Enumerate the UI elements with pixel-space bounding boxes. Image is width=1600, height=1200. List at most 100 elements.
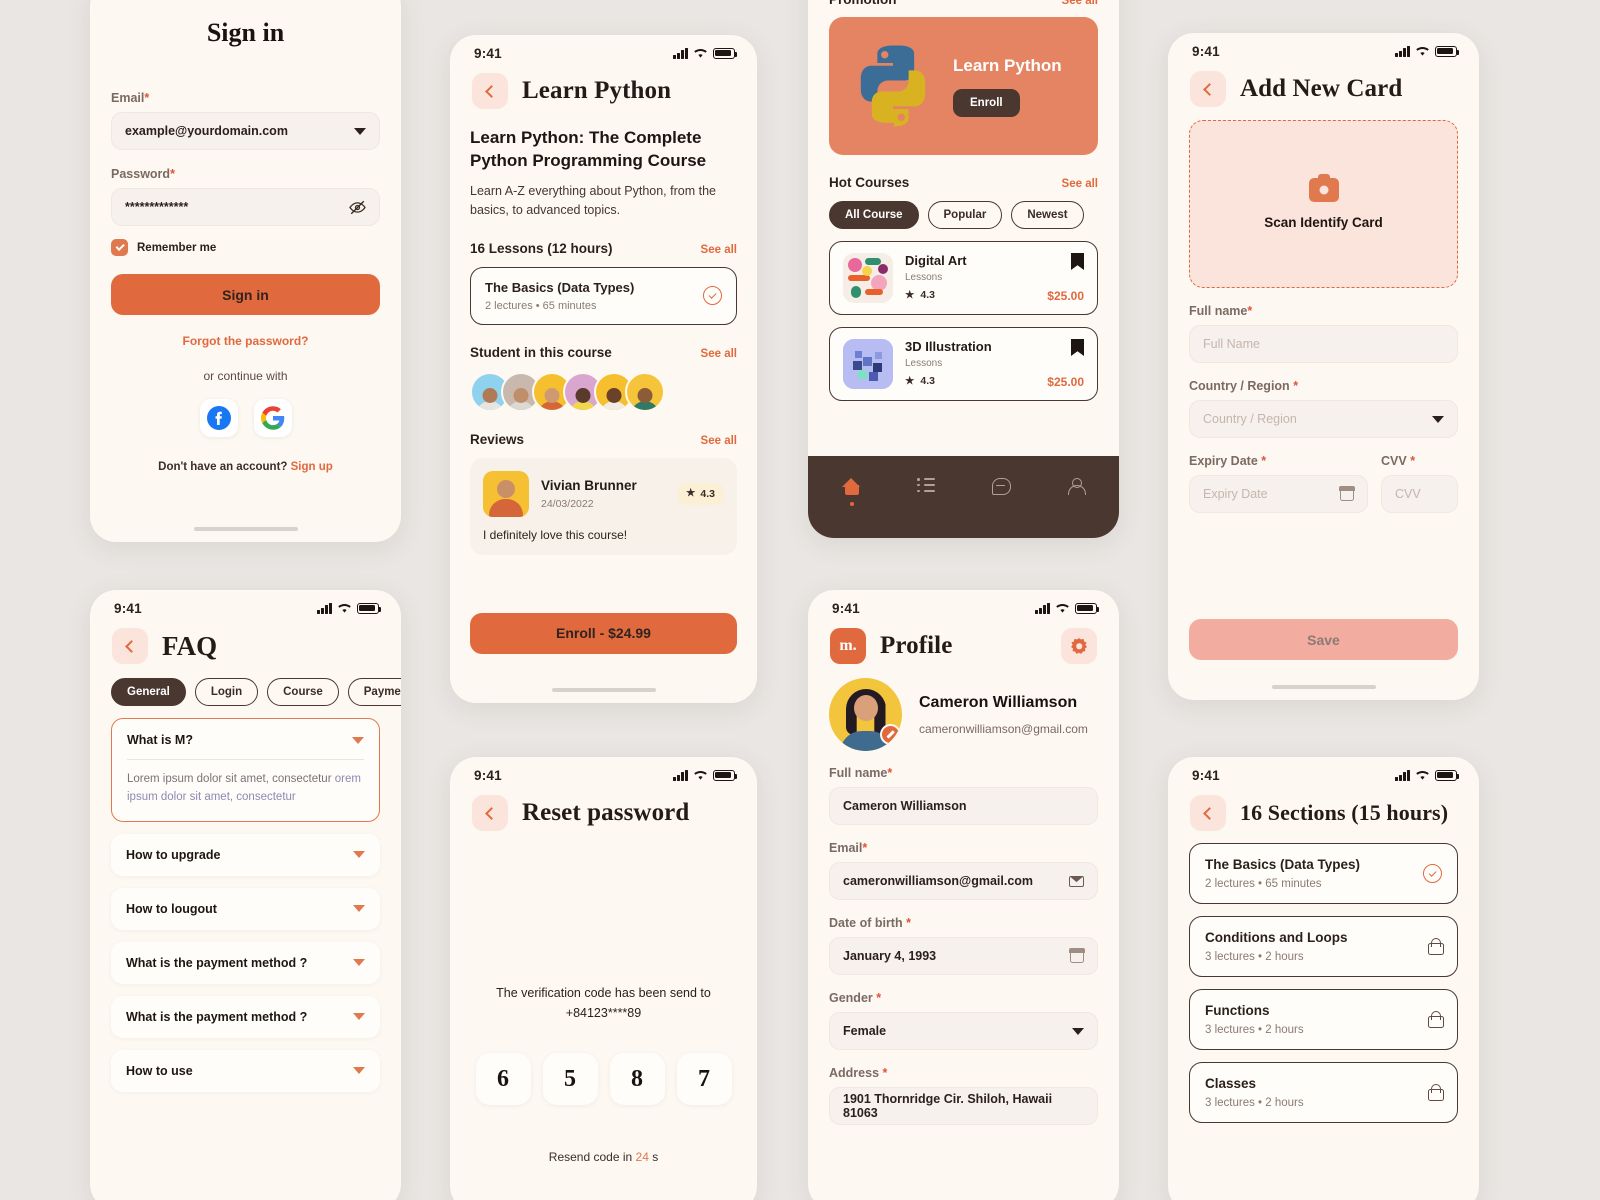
tab-general[interactable]: General <box>111 678 186 706</box>
faq-answer: Lorem ipsum dolor sit amet, consectetur … <box>127 773 361 803</box>
email-input[interactable]: cameronwilliamson@gmail.com <box>829 862 1098 900</box>
reviews-see-all-link[interactable]: See all <box>701 435 737 447</box>
google-icon <box>260 406 284 430</box>
edit-avatar-button[interactable] <box>880 724 901 745</box>
star-icon: ★ <box>905 374 915 387</box>
promotion-enroll-button[interactable]: Enroll <box>953 88 1020 117</box>
sign-up-link[interactable]: Sign up <box>291 461 333 473</box>
forgot-password-link[interactable]: Forgot the password? <box>111 334 380 348</box>
scan-identify-card-dropzone[interactable]: Scan Identify Card <box>1189 120 1458 288</box>
students-heading: Student in this course <box>470 344 612 360</box>
section-card[interactable]: Classes 3 lectures • 2 hours <box>1189 1062 1458 1123</box>
password-field[interactable]: ************* <box>111 188 380 226</box>
status-time: 9:41 <box>114 600 142 616</box>
email-value: cameronwilliamson@gmail.com <box>843 874 1034 888</box>
lessons-see-all-link[interactable]: See all <box>701 244 737 256</box>
filter-chip-newest[interactable]: Newest <box>1011 201 1084 229</box>
dob-label: Date of birth * <box>829 916 911 930</box>
lesson-card[interactable]: The Basics (Data Types) 2 lectures • 65 … <box>470 266 737 325</box>
course-card[interactable]: 3D Illustration Lessons ★ 4.3 $25.00 <box>829 327 1098 401</box>
save-button[interactable]: Save <box>1189 619 1458 660</box>
faq-item[interactable]: How to use <box>111 1049 380 1092</box>
reviewer-avatar <box>483 470 529 517</box>
address-input[interactable]: 1901 Thornridge Cir. Shiloh, Hawaii 8106… <box>829 1087 1098 1125</box>
home-indicator <box>193 527 298 531</box>
faq-question: What is M? <box>127 733 193 747</box>
fullname-input[interactable]: Full Name <box>1189 325 1458 363</box>
back-button[interactable] <box>472 73 508 109</box>
enroll-button[interactable]: Enroll - $24.99 <box>470 612 737 654</box>
faq-item[interactable]: How to lougout <box>111 887 380 930</box>
hot-courses-see-all-link[interactable]: See all <box>1062 178 1098 190</box>
email-field[interactable]: example@yourdomain.com <box>111 112 380 150</box>
promotion-banner[interactable]: Learn Python Enroll <box>829 17 1098 155</box>
section-card[interactable]: The Basics (Data Types) 2 lectures • 65 … <box>1189 843 1458 904</box>
chevron-down-icon[interactable] <box>353 959 365 967</box>
bookmark-icon[interactable] <box>1071 253 1084 270</box>
profile-email: cameronwilliamson@gmail.com <box>919 721 1088 736</box>
faq-item[interactable]: How to upgrade <box>111 833 380 876</box>
filter-chip-popular[interactable]: Popular <box>927 201 1003 229</box>
country-select[interactable]: Country / Region <box>1189 400 1458 438</box>
back-button[interactable] <box>1190 71 1226 107</box>
no-account-label: Don't have an account? <box>158 461 288 473</box>
chevron-down-icon[interactable] <box>352 736 364 744</box>
tab-messages[interactable] <box>991 478 1011 495</box>
otp-digit-3[interactable]: 8 <box>609 1053 665 1105</box>
chevron-down-icon[interactable] <box>353 905 365 913</box>
section-card[interactable]: Conditions and Loops 3 lectures • 2 hour… <box>1189 916 1458 977</box>
settings-button[interactable] <box>1061 628 1097 664</box>
course-price: $25.00 <box>1047 289 1084 303</box>
tab-course[interactable]: Course <box>267 678 339 706</box>
section-card[interactable]: Functions 3 lectures • 2 hours <box>1189 989 1458 1050</box>
screen-course-detail: 9:41 Learn Python Learn Python: The Comp… <box>450 35 757 703</box>
students-see-all-link[interactable]: See all <box>701 348 737 360</box>
status-bar: 9:41 <box>1168 757 1479 787</box>
otp-digit-4[interactable]: 7 <box>676 1053 732 1105</box>
back-button[interactable] <box>1190 795 1226 831</box>
remember-me-row[interactable]: Remember me <box>111 239 380 256</box>
chevron-down-icon[interactable] <box>353 1013 365 1021</box>
calendar-icon[interactable] <box>1069 948 1085 963</box>
promotion-see-all-link[interactable]: See all <box>1062 0 1098 7</box>
sign-in-button[interactable]: Sign in <box>111 274 380 315</box>
faq-question: How to upgrade <box>126 847 221 862</box>
lesson-title: The Basics (Data Types) <box>485 279 635 295</box>
tab-payment[interactable]: Payment <box>347 678 401 706</box>
list-icon <box>917 478 935 492</box>
tab-courses[interactable] <box>917 478 935 492</box>
faq-item[interactable]: What is M? Lorem ipsum dolor sit amet, c… <box>111 718 380 822</box>
back-button[interactable] <box>112 628 148 664</box>
expiry-input[interactable]: Expiry Date <box>1189 475 1368 513</box>
section-title: Classes <box>1205 1076 1257 1091</box>
home-indicator <box>551 688 656 692</box>
chevron-down-icon[interactable] <box>353 1067 365 1075</box>
faq-item[interactable]: What is the payment method ? <box>111 995 380 1038</box>
course-filter-chips: All Course Popular Newest <box>829 201 1098 229</box>
address-label: Address * <box>829 1066 888 1080</box>
cvv-input[interactable]: CVV <box>1381 475 1458 513</box>
tab-profile[interactable] <box>1067 478 1086 496</box>
google-login-button[interactable] <box>253 399 292 437</box>
dob-input[interactable]: January 4, 1993 <box>829 937 1098 975</box>
signup-prompt[interactable]: Don't have an account? Sign up <box>111 461 380 473</box>
back-button[interactable] <box>472 795 508 831</box>
filter-chip-all-course[interactable]: All Course <box>829 201 919 229</box>
remember-me-checkbox[interactable] <box>111 239 128 256</box>
chevron-down-icon[interactable] <box>353 851 365 859</box>
fullname-input[interactable]: Cameron Williamson <box>829 787 1098 825</box>
otp-digit-1[interactable]: 6 <box>475 1053 531 1105</box>
course-card[interactable]: Digital Art Lessons ★ 4.3 $25.00 <box>829 241 1098 315</box>
calendar-icon[interactable] <box>1339 486 1355 501</box>
facebook-login-button[interactable] <box>199 399 238 437</box>
faq-item[interactable]: What is the payment method ? <box>111 941 380 984</box>
tab-login[interactable]: Login <box>194 678 259 706</box>
tab-home[interactable] <box>842 478 861 506</box>
battery-icon <box>357 602 382 614</box>
bookmark-icon[interactable] <box>1071 339 1084 356</box>
gender-select[interactable]: Female <box>829 1012 1098 1050</box>
eye-off-icon[interactable] <box>349 200 366 215</box>
profile-name: Cameron Williamson <box>919 693 1078 711</box>
chevron-left-icon <box>1203 82 1216 96</box>
otp-digit-2[interactable]: 5 <box>542 1053 598 1105</box>
